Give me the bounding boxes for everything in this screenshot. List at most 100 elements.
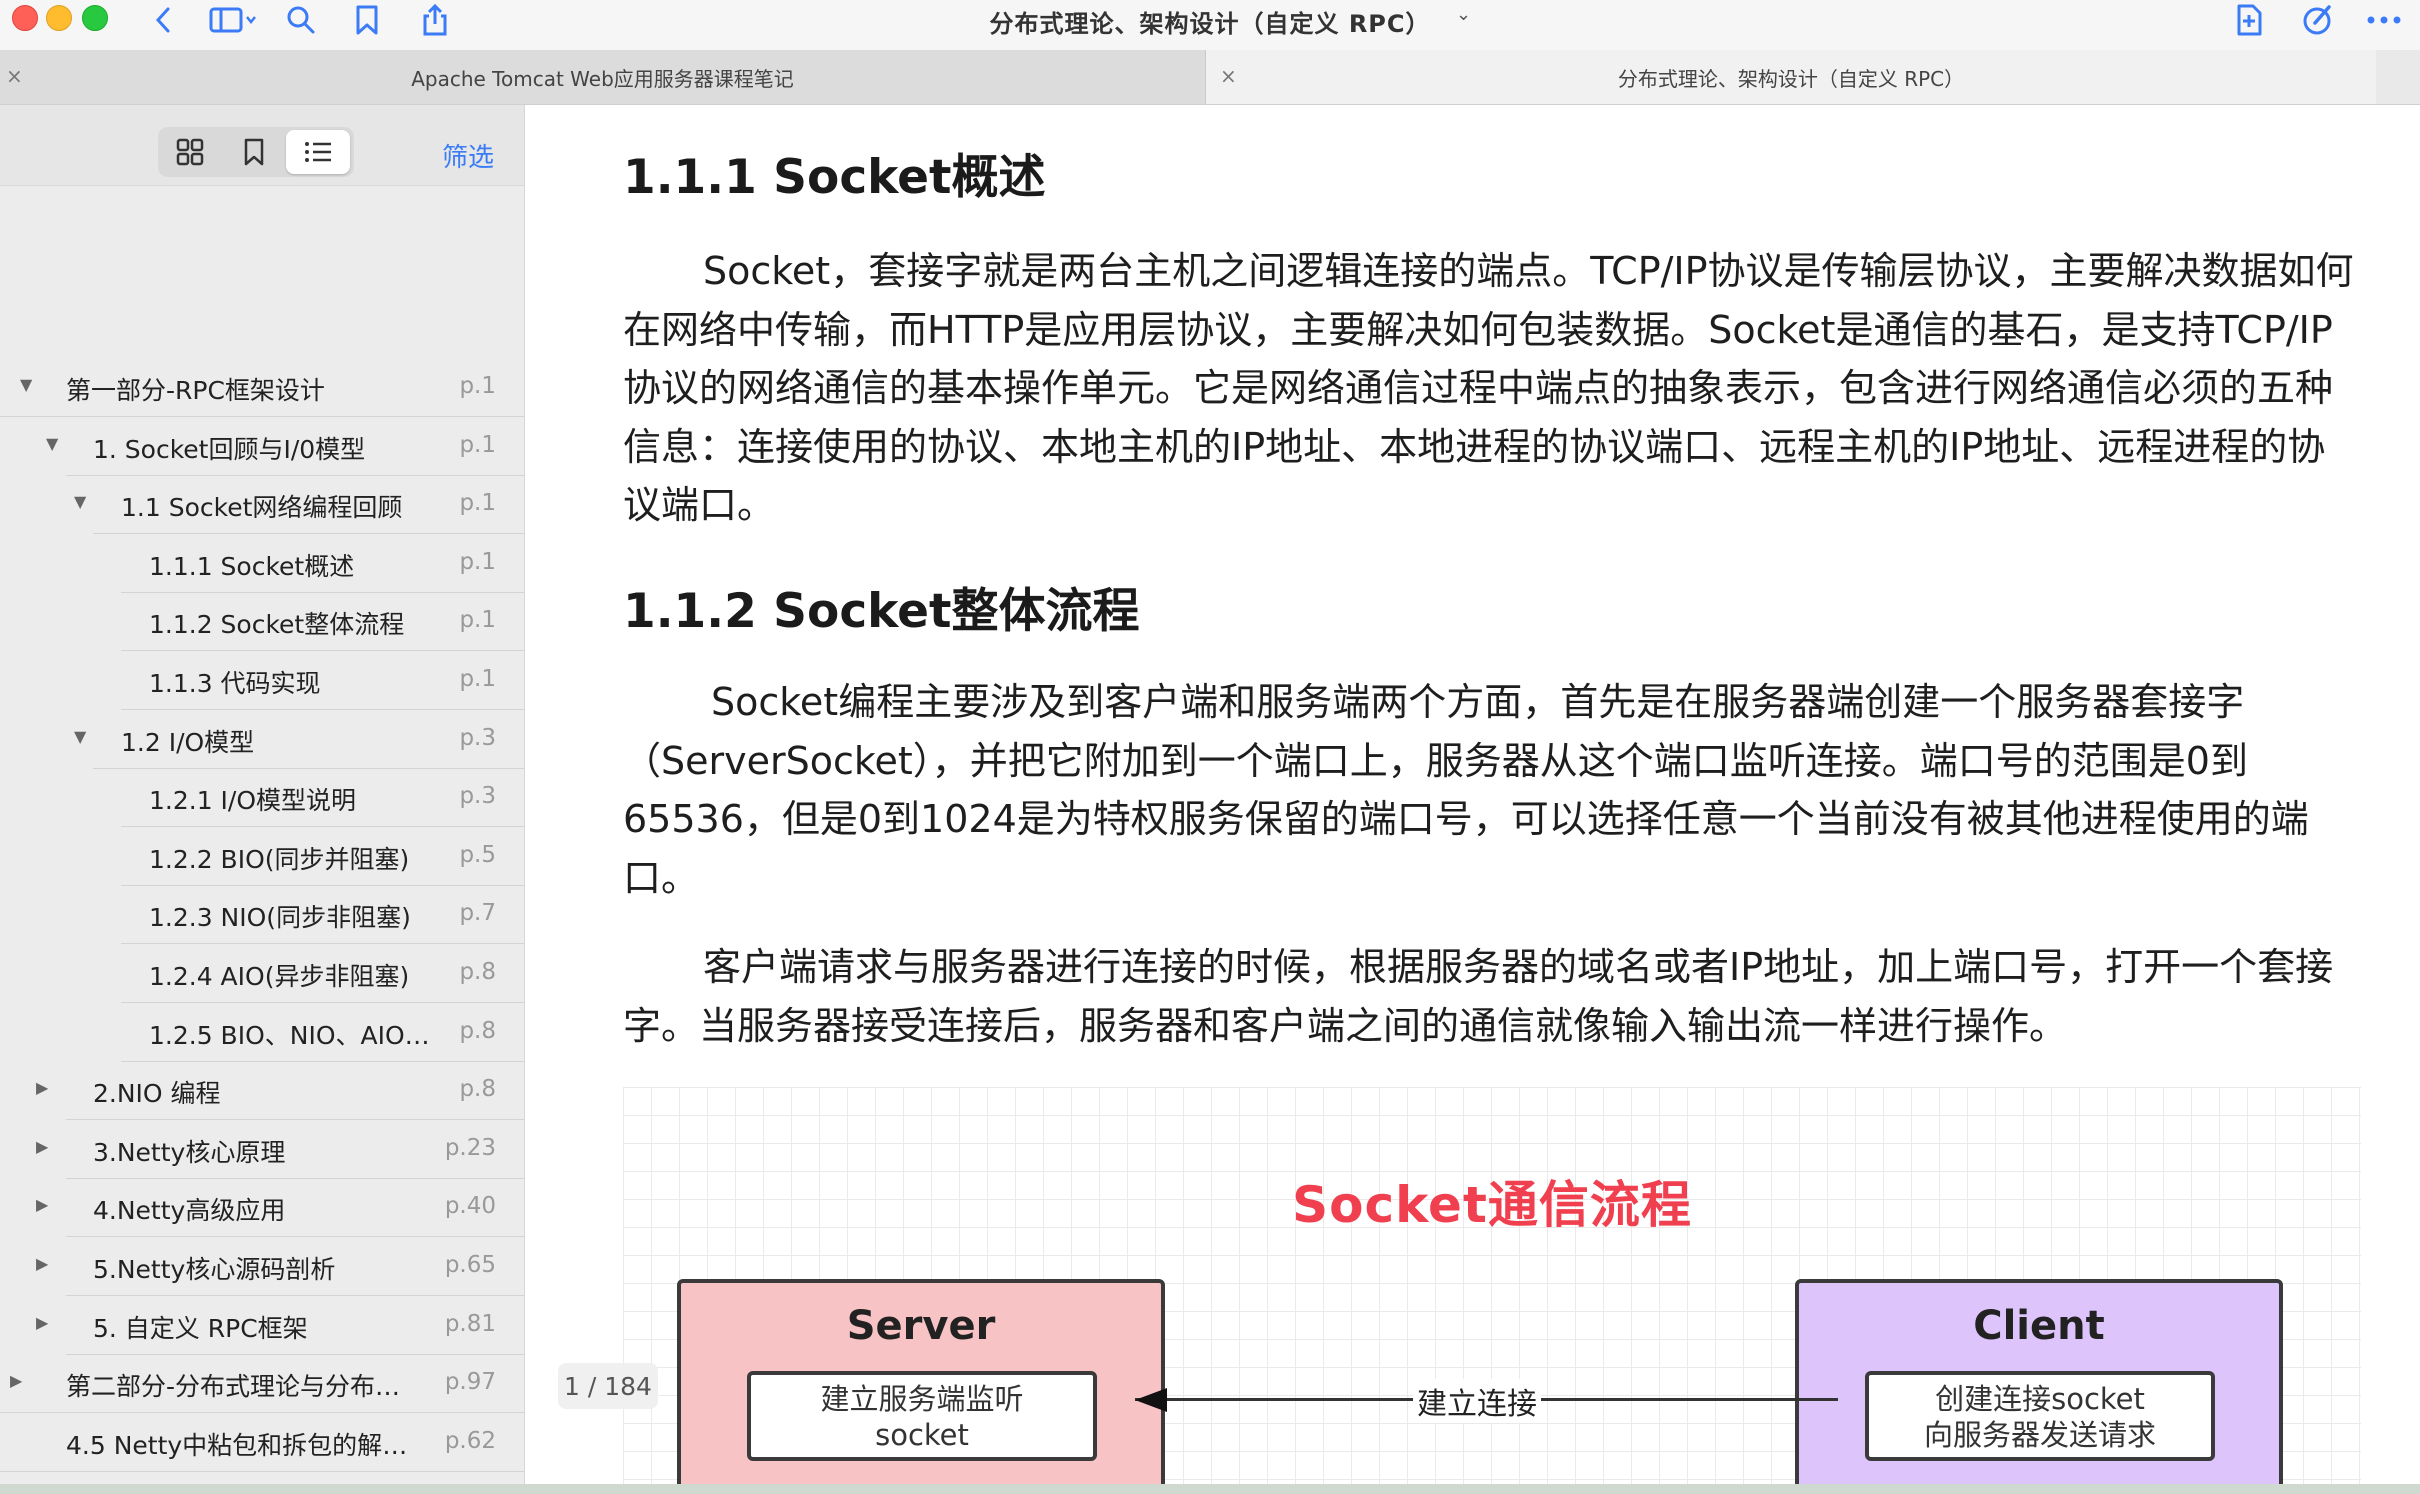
- server-step: 建立服务端监听 socket: [747, 1371, 1097, 1461]
- disclosure-collapsed-icon[interactable]: ▶: [36, 1137, 48, 1156]
- disclosure-collapsed-icon[interactable]: ▶: [10, 1371, 22, 1390]
- outline-item-page: p.1: [459, 607, 496, 634]
- outline-item-page: p.40: [444, 1193, 496, 1220]
- outline-item[interactable]: ▶ 2.NIO 编程 p.8: [0, 1062, 524, 1121]
- outline-item-page: p.8: [459, 1017, 496, 1044]
- outline-item-label: 1.2.4 AIO(异步非阻塞): [149, 962, 410, 991]
- outline-item[interactable]: 1.2.2 BIO(同步并阻塞) p.5: [0, 828, 524, 886]
- outline-item-page: p.62: [444, 1427, 496, 1454]
- server-box: Server 建立服务端监听 socket: [677, 1279, 1165, 1494]
- paragraph: Socket编程主要涉及到客户端和服务端两个方面，首先是在服务器端创建一个服务器…: [623, 673, 2323, 907]
- outline-item-label: 第一部分-RPC框架设计: [66, 376, 325, 405]
- outline-item[interactable]: ▶ 3.Netty核心原理 p.23: [0, 1121, 524, 1179]
- client-box: Client 创建连接socket 向服务器发送请求: [1795, 1279, 2283, 1494]
- back-icon[interactable]: [148, 0, 178, 40]
- outline-item[interactable]: 1.2.5 BIO、NIO、AIO 适… p.8: [0, 1004, 524, 1062]
- tab-close-icon[interactable]: ×: [6, 64, 23, 88]
- disclosure-collapsed-icon[interactable]: ▶: [36, 1254, 48, 1273]
- outline-item[interactable]: ▶ 5.Netty核心源码剖析 p.65: [0, 1238, 524, 1296]
- outline-item-page: p.1: [459, 373, 496, 399]
- outline-item[interactable]: ▶ 5. 自定义 RPC框架 p.81: [0, 1297, 524, 1355]
- sidebar-icon[interactable]: [208, 0, 258, 40]
- row-divider: [0, 1470, 524, 1472]
- markup-icon[interactable]: [2300, 0, 2336, 40]
- client-step: 创建连接socket 向服务器发送请求: [1865, 1371, 2215, 1461]
- outline-item-label: 1.2.2 BIO(同步并阻塞): [149, 844, 410, 874]
- thumbnails-view-button[interactable]: [158, 130, 222, 174]
- outline-item[interactable]: ▼ 1.2 I/O模型 p.3: [0, 711, 524, 769]
- disclosure-expanded-icon[interactable]: ▼: [46, 434, 58, 453]
- diagram-title: Socket通信流程: [1292, 1176, 1692, 1234]
- outline-item-page: p.65: [444, 1252, 496, 1278]
- document-title[interactable]: 分布式理论、架构设计（自定义 RPC）: [940, 4, 1480, 39]
- outline-item-page: p.23: [444, 1134, 496, 1161]
- outline-item-page: p.1: [459, 548, 496, 575]
- outline-item-page: p.7: [459, 900, 496, 927]
- outline-item-label: 1.1.2 Socket整体流程: [149, 610, 405, 640]
- disclosure-expanded-icon[interactable]: ▼: [20, 375, 32, 394]
- outline-item[interactable]: ▶ 4.Netty高级应用 p.40: [0, 1179, 524, 1238]
- window-bottom-edge: [0, 1484, 2420, 1494]
- outline-item-label: 1.1.1 Socket概述: [149, 551, 355, 581]
- client-step-line: 创建连接socket: [1935, 1382, 2145, 1416]
- paragraph-text: 客户端请求与服务器进行连接的时候，根据服务器的域名或者IP地址，加上端口号，打开…: [623, 945, 2334, 1048]
- outline-item[interactable]: 1.1.3 代码实现 p.1: [0, 652, 524, 710]
- document-view[interactable]: 1.1.1 Socket概述 Socket，套接字就是两台主机之间逻辑连接的端点…: [525, 105, 2420, 1494]
- paragraph-text: Socket，套接字就是两台主机之间逻辑连接的端点。TCP/IP协议是传输层协议…: [623, 249, 2354, 527]
- outline-item-page: p.1: [459, 666, 496, 692]
- outline-item-page: p.1: [459, 431, 496, 458]
- outline-item-label: 1.2.5 BIO、NIO、AIO 适…: [149, 1020, 430, 1050]
- disclosure-expanded-icon[interactable]: ▼: [74, 492, 86, 511]
- outline-item-label: 3.Netty核心原理: [93, 1137, 286, 1167]
- outline-item[interactable]: 1.2.4 AIO(异步非阻塞) p.8: [0, 945, 524, 1003]
- close-window-button[interactable]: [12, 5, 38, 31]
- disclosure-collapsed-icon[interactable]: ▶: [36, 1195, 48, 1214]
- outline-item[interactable]: 1.2.1 I/O模型说明 p.3: [0, 769, 524, 828]
- outline-item-page: p.5: [459, 841, 496, 868]
- grid-icon: [176, 138, 204, 166]
- disclosure-collapsed-icon[interactable]: ▶: [36, 1313, 48, 1332]
- outline-view-button[interactable]: [286, 130, 350, 174]
- disclosure-collapsed-icon[interactable]: ▶: [36, 1078, 48, 1097]
- section-heading: 1.1.2 Socket整体流程: [623, 584, 1140, 639]
- section-heading: 1.1.1 Socket概述: [623, 150, 1046, 205]
- outline-item[interactable]: ▶ 第二部分-分布式理论与分布… p.97: [0, 1355, 524, 1414]
- server-title: Server: [846, 1303, 996, 1349]
- search-icon[interactable]: [284, 0, 318, 40]
- outline-item[interactable]: ▼ 1.1 Socket网络编程回顾 p.1: [0, 476, 524, 535]
- add-page-icon[interactable]: [2232, 0, 2266, 40]
- outline-item-label: 1.2 I/O模型: [121, 727, 255, 757]
- outline-item[interactable]: 1.1.1 Socket概述 p.1: [0, 535, 524, 593]
- outline-item-label: 1. Socket回顾与I/0模型: [93, 434, 366, 464]
- filter-button[interactable]: 筛选: [442, 137, 494, 174]
- chevron-down-icon[interactable]: ⌄: [1456, 4, 1471, 25]
- tab-label: Apache Tomcat Web应用服务器课程笔记: [411, 66, 794, 91]
- minimize-window-button[interactable]: [46, 5, 72, 31]
- outline-item[interactable]: ▼ 第一部分-RPC框架设计 p.1: [0, 359, 524, 417]
- more-icon[interactable]: [2364, 0, 2404, 40]
- bookmarks-view-button[interactable]: [222, 130, 286, 174]
- zoom-window-button[interactable]: [82, 5, 108, 31]
- bookmark-icon[interactable]: [352, 0, 382, 40]
- share-icon[interactable]: [418, 0, 452, 40]
- tab-tomcat-notes[interactable]: × Apache Tomcat Web应用服务器课程笔记: [0, 50, 1206, 104]
- outline-item-page: p.97: [444, 1369, 496, 1396]
- outline-item[interactable]: 1.1.2 Socket整体流程 p.1: [0, 593, 524, 652]
- outline-item[interactable]: 4.5 Netty中粘包和拆包的解决… p.62: [0, 1414, 524, 1472]
- tab-label: 分布式理论、架构设计（自定义 RPC）: [1617, 66, 1965, 91]
- sidebar-view-switcher: [158, 127, 354, 177]
- socket-flow-diagram: Socket通信流程 Server 建立服务端监听 socket Client …: [623, 1087, 2361, 1494]
- paragraph: 客户端请求与服务器进行连接的时候，根据服务器的域名或者IP地址，加上端口号，打开…: [623, 938, 2363, 1055]
- outline-item-label: 4.5 Netty中粘包和拆包的解决…: [66, 1430, 430, 1460]
- outline-item[interactable]: ▼ 1. Socket回顾与I/0模型 p.1: [0, 418, 524, 476]
- tab-rpc-notes[interactable]: × 分布式理论、架构设计（自定义 RPC）: [1206, 50, 2376, 104]
- client-step-line: 向服务器发送请求: [1923, 1418, 2156, 1452]
- outline-item-page: p.3: [459, 783, 496, 810]
- arrow-head-icon: [1135, 1388, 1167, 1412]
- page-indicator: 1 / 184: [558, 1363, 658, 1409]
- outline-item-page: p.8: [459, 959, 496, 985]
- outline-item[interactable]: 1.2.3 NIO(同步非阻塞) p.7: [0, 886, 524, 945]
- tab-close-icon[interactable]: ×: [1220, 64, 1237, 88]
- disclosure-expanded-icon[interactable]: ▼: [74, 727, 86, 746]
- connection-label: 建立连接: [1413, 1379, 1541, 1423]
